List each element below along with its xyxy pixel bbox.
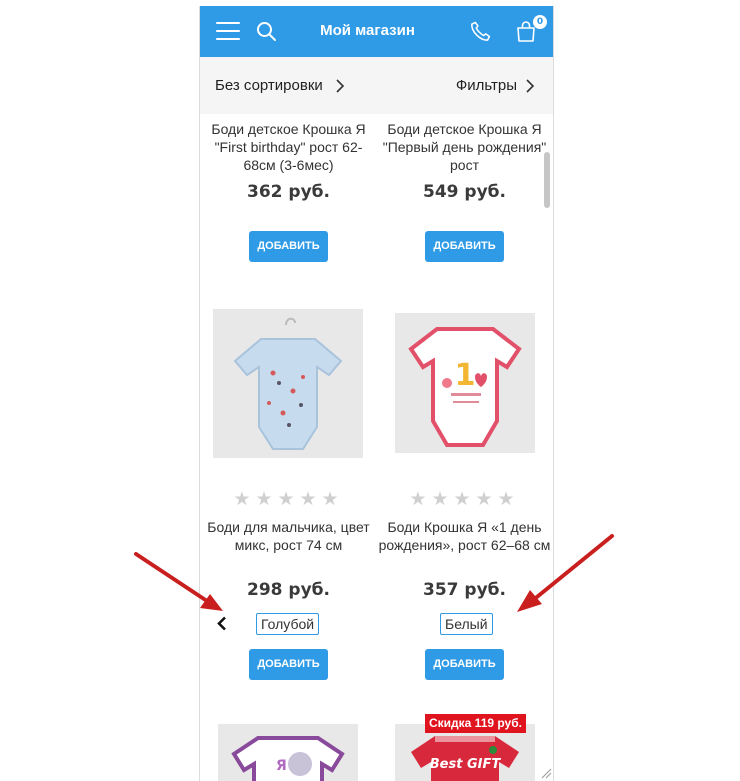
- sort-dropdown[interactable]: Без сортировки: [215, 77, 323, 94]
- product-card: Боди детское Крошка Я "First birthday" р…: [201, 114, 376, 274]
- discount-badge: Скидка 119 руб.: [425, 714, 526, 733]
- mobile-shop-viewport: Мой магазин 0 Без сортировки Фильтры Бод…: [199, 6, 554, 781]
- chevron-left-icon[interactable]: [217, 616, 227, 631]
- product-image[interactable]: 1: [395, 313, 535, 453]
- product-card: ★★★★★ Боди для мальчика, цвет микс, рост…: [201, 306, 376, 686]
- chevron-right-icon: [526, 79, 535, 93]
- add-to-cart-button[interactable]: ДОБАВИТЬ: [249, 649, 328, 680]
- product-name[interactable]: Боди детское Крошка Я "First birthday" р…: [201, 120, 376, 174]
- product-image[interactable]: Я: [218, 724, 358, 781]
- sort-filter-bar: Без сортировки Фильтры: [200, 57, 553, 114]
- add-to-cart-button[interactable]: ДОБАВИТЬ: [425, 231, 504, 262]
- product-card: Боди детское Крошка Я "Первый день рожде…: [377, 114, 552, 274]
- product-card: Best GIFT Скидка 119 руб.: [377, 714, 552, 781]
- add-to-cart-button[interactable]: ДОБАВИТЬ: [425, 649, 504, 680]
- product-card: 1 ★★★★★ Боди Крошка Я «1 день рождения»,…: [377, 306, 552, 686]
- color-variant-option[interactable]: Белый: [440, 613, 493, 635]
- resize-handle-icon[interactable]: [541, 768, 552, 779]
- svg-text:Я: Я: [276, 758, 287, 774]
- color-variant-option[interactable]: Голубой: [256, 613, 320, 635]
- product-name[interactable]: Боди детское Крошка Я "Первый день рожде…: [377, 120, 552, 174]
- product-price: 362 руб.: [247, 182, 330, 202]
- annotation-arrow: [517, 534, 614, 612]
- top-app-bar: Мой магазин 0: [200, 6, 553, 57]
- rating-stars[interactable]: ★★★★★: [377, 488, 552, 510]
- menu-icon[interactable]: [216, 22, 240, 40]
- rating-stars[interactable]: ★★★★★: [201, 488, 376, 510]
- phone-icon[interactable]: [469, 20, 492, 43]
- annotation-arrow: [134, 552, 223, 611]
- product-image-caption: Best GIFT: [430, 757, 502, 772]
- product-card: Я: [201, 718, 376, 781]
- cart-count-badge: 0: [533, 15, 547, 29]
- shop-title: Мой магазин: [320, 22, 415, 39]
- scrollbar-thumb[interactable]: [544, 152, 550, 208]
- product-image[interactable]: [213, 309, 363, 458]
- filters-button[interactable]: Фильтры: [456, 77, 517, 94]
- add-to-cart-button[interactable]: ДОБАВИТЬ: [249, 231, 328, 262]
- svg-text:1: 1: [455, 358, 476, 393]
- search-icon[interactable]: [256, 21, 277, 42]
- product-price: 549 руб.: [423, 182, 506, 202]
- chevron-right-icon: [336, 79, 345, 93]
